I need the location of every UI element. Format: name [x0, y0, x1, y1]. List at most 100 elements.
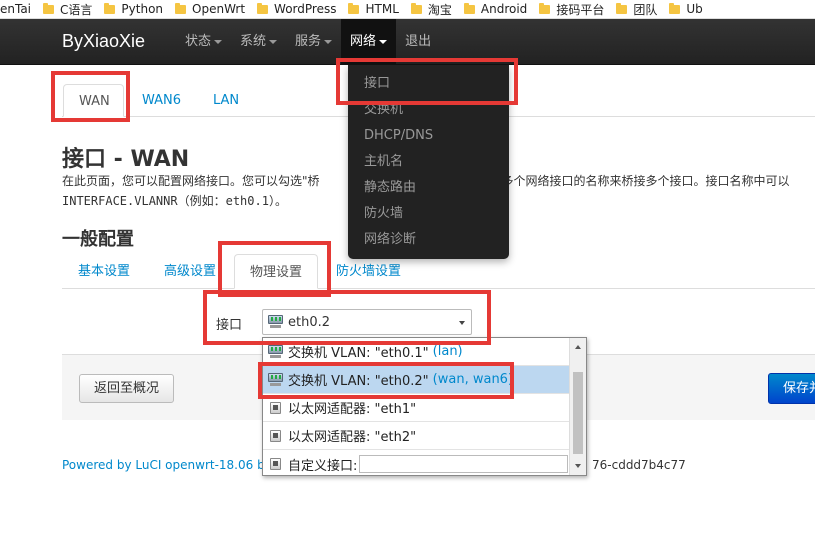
bookmark-html[interactable]: HTML [348, 2, 410, 16]
option-custom[interactable]: 自定义接口: [263, 450, 569, 478]
bookmark-wordpress[interactable]: WordPress [257, 2, 348, 16]
folder-icon [410, 2, 422, 14]
interface-dropdown-list: 交换机 VLAN: "eth0.1" (lan) 交换机 VLAN: "eth0… [262, 337, 587, 476]
tab-advanced[interactable]: 高级设置 [149, 254, 231, 289]
bookmark-android[interactable]: Android [463, 2, 539, 16]
nav-label: 服务 [295, 34, 322, 49]
bookmark-team[interactable]: 团队 [616, 1, 669, 18]
menu-item-hostnames[interactable]: 主机名 [348, 149, 509, 175]
interface-label: 接口 [216, 318, 243, 333]
tab-firewall[interactable]: 防火墙设置 [321, 254, 416, 289]
option-eth2[interactable]: 以太网适配器: "eth2" [263, 422, 569, 450]
bookmark-label: Android [480, 2, 528, 16]
scroll-up-icon[interactable] [575, 345, 581, 349]
bookmark-sms[interactable]: 接码平台 [539, 1, 616, 18]
bookmark-taobao[interactable]: 淘宝 [410, 1, 464, 18]
footer-version: 76-cddd7b4c77 [592, 458, 686, 472]
nav-label: 退出 [405, 34, 432, 49]
nav-label: 网络 [350, 34, 377, 49]
option-tag: (lan) [432, 344, 463, 359]
config-tabs: 基本设置 高级设置 物理设置 防火墙设置 [62, 254, 815, 289]
section-title: 一般配置 [62, 229, 134, 250]
bookmark-c[interactable]: C语言 [43, 1, 104, 18]
bookmark-python[interactable]: Python [104, 2, 175, 16]
nav-logout[interactable]: 退出 [396, 19, 440, 65]
ethernet-adapter-icon [267, 429, 284, 443]
save-apply-button[interactable]: 保存并 [768, 373, 815, 404]
tab-wan[interactable]: WAN [63, 84, 124, 117]
folder-icon [104, 2, 116, 14]
tab-lan[interactable]: LAN [198, 84, 254, 117]
scroll-thumb[interactable] [573, 372, 583, 454]
ethernet-adapter-icon [267, 401, 284, 415]
chevron-down-icon [459, 321, 465, 325]
bookmark-label: enTai [0, 2, 32, 16]
bookmark-label: WordPress [274, 2, 337, 16]
folder-icon [43, 2, 55, 14]
bookmark-label: C语言 [60, 2, 93, 17]
network-switch-icon [267, 315, 284, 329]
nav-services[interactable]: 服务 [286, 19, 341, 65]
option-tag: (wan, wan6) [432, 372, 514, 387]
option-eth0-2[interactable]: 交换机 VLAN: "eth0.2" (wan, wan6) [263, 366, 569, 394]
option-label: 交换机 VLAN: "eth0.1" [288, 346, 429, 361]
folder-icon [669, 2, 681, 14]
folder-icon [257, 2, 269, 14]
navbar: ByXiaoXie 状态 系统 服务 网络 退出 [0, 19, 815, 65]
folder-icon [463, 2, 475, 14]
folder-icon [539, 2, 551, 14]
bookmark-ub[interactable]: Ub [669, 2, 714, 16]
caret-down-icon [324, 39, 333, 44]
brand-logo[interactable]: ByXiaoXie [62, 31, 145, 52]
caret-down-icon [214, 39, 223, 44]
page-description-2: INTERFACE.VLANNR（例如：eth0.1）。 [62, 194, 287, 208]
menu-item-dhcp-dns[interactable]: DHCP/DNS [348, 123, 509, 149]
folder-icon [175, 2, 187, 14]
nav-network[interactable]: 网络 [341, 19, 397, 65]
tab-basic[interactable]: 基本设置 [63, 254, 145, 289]
tab-physical[interactable]: 物理设置 [234, 254, 319, 289]
option-eth0-1[interactable]: 交换机 VLAN: "eth0.1" (lan) [263, 338, 569, 366]
option-label: 交换机 VLAN: "eth0.2" [288, 374, 429, 389]
menu-item-diagnostics[interactable]: 网络诊断 [348, 227, 509, 253]
menu-item-firewall[interactable]: 防火墙 [348, 201, 509, 227]
menu-item-static-routes[interactable]: 静态路由 [348, 175, 509, 201]
nav-system[interactable]: 系统 [231, 19, 286, 65]
menu-item-interfaces[interactable]: 接口 [348, 71, 509, 97]
ethernet-adapter-icon [267, 457, 284, 471]
dropdown-scrollbar[interactable] [569, 338, 586, 475]
nav-status[interactable]: 状态 [176, 19, 231, 65]
back-to-overview-button[interactable]: 返回至概况 [79, 374, 175, 403]
bookmark-openwrt[interactable]: OpenWrt [175, 2, 257, 16]
select-value: eth0.2 [288, 314, 331, 330]
caret-down-icon [379, 39, 388, 44]
description-text: 的多个网络接口的名称来桥接多个接口。接口名称中可以 [489, 174, 790, 188]
caret-down-icon [269, 39, 278, 44]
bookmarks-bar: enTai C语言 Python OpenWrt WordPress HTML … [0, 0, 815, 19]
menu-item-switch[interactable]: 交换机 [348, 97, 509, 123]
custom-interface-input[interactable] [359, 455, 569, 473]
option-label: 以太网适配器: "eth2" [288, 430, 417, 445]
scroll-down-icon[interactable] [575, 464, 581, 468]
nav-label: 系统 [240, 34, 267, 49]
bookmark-label: OpenWrt [192, 2, 246, 16]
bookmark-label: 淘宝 [427, 2, 452, 17]
page-title: 接口 - WAN [62, 147, 190, 172]
network-switch-icon [267, 344, 284, 359]
folder-icon [616, 2, 628, 14]
nav-label: 状态 [185, 34, 212, 49]
footer-link[interactable]: Powered by LuCI openwrt-18.06 br [62, 458, 270, 472]
interface-select[interactable]: eth0.2 [262, 309, 472, 335]
network-switch-icon [267, 372, 284, 387]
option-eth1[interactable]: 以太网适配器: "eth1" [263, 394, 569, 422]
option-label: 以太网适配器: "eth1" [288, 402, 417, 417]
network-menu: 接口 交换机 DHCP/DNS 主机名 静态路由 防火墙 网络诊断 [348, 65, 509, 259]
tab-wan6[interactable]: WAN6 [127, 84, 196, 117]
bookmark-label: 接码平台 [556, 2, 605, 17]
main-nav: 状态 系统 服务 网络 退出 [176, 19, 440, 65]
bookmark-label: Python [121, 2, 164, 16]
option-label: 自定义接口: [288, 458, 358, 474]
folder-icon [348, 2, 360, 14]
bookmark-label: HTML [365, 2, 399, 16]
bookmark-entai[interactable]: enTai [0, 2, 43, 16]
